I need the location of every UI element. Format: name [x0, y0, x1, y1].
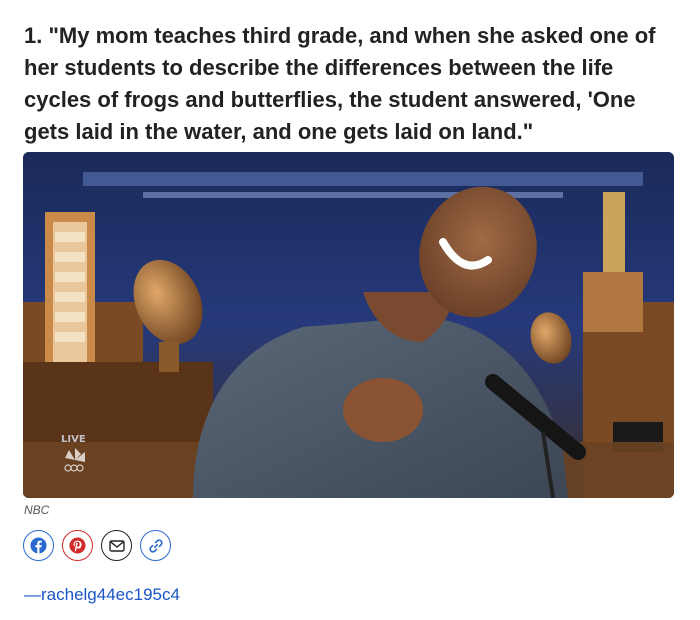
envelope-icon: [108, 539, 125, 552]
pinterest-share-button[interactable]: [62, 530, 93, 561]
talk-show-still: LIVE: [23, 152, 674, 498]
live-watermark: LIVE: [61, 434, 86, 445]
facebook-icon: [30, 537, 47, 554]
share-bar: [23, 530, 171, 561]
article-image: LIVE: [23, 152, 674, 498]
link-icon: [148, 538, 163, 553]
copy-link-button[interactable]: [140, 530, 171, 561]
author-link[interactable]: —rachelg44ec195c4: [24, 585, 180, 605]
article-headline: 1. "My mom teaches third grade, and when…: [24, 23, 656, 144]
facebook-share-button[interactable]: [23, 530, 54, 561]
email-share-button[interactable]: [101, 530, 132, 561]
image-credit: NBC: [24, 503, 50, 517]
pinterest-icon: [69, 537, 86, 554]
